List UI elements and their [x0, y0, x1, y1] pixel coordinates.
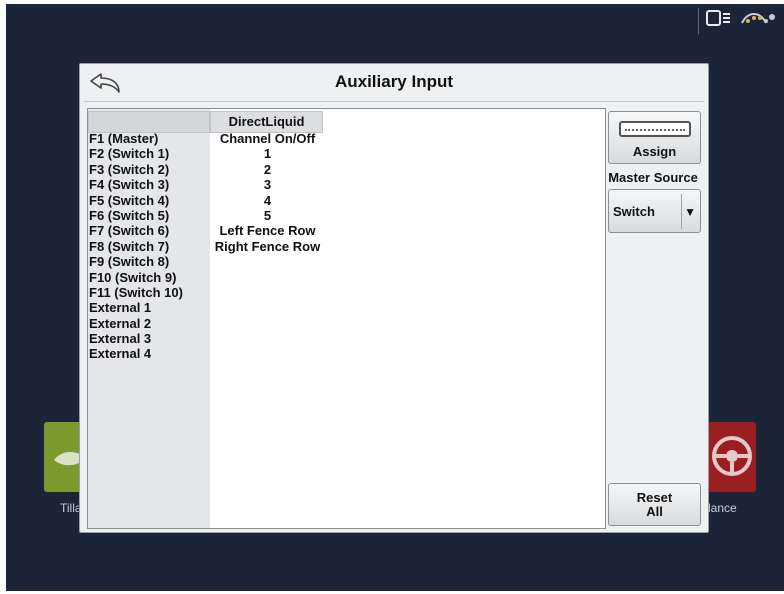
reset-all-button[interactable]: Reset All	[608, 483, 701, 526]
input-row[interactable]: External 4	[89, 346, 211, 361]
guidance-tile	[706, 422, 756, 492]
master-source-label: Master Source	[608, 170, 698, 185]
status-separator	[698, 8, 699, 34]
input-row[interactable]: F9 (Switch 8)	[89, 254, 211, 269]
input-row[interactable]: F8 (Switch 7)	[89, 239, 211, 254]
guidance-tile-label: lance	[708, 501, 737, 515]
reset-button-line1: Reset	[636, 490, 673, 505]
assignment-cell[interactable]: 4	[200, 193, 335, 208]
assign-button[interactable]: Assign	[608, 111, 701, 164]
assignment-cell[interactable]: Left Fence Row	[200, 223, 335, 238]
select-divider	[681, 194, 682, 229]
dialog-title: Auxiliary Input	[334, 72, 454, 91]
input-row[interactable]: F1 (Master)	[89, 131, 211, 146]
master-source-select[interactable]: Switch ▼	[608, 189, 701, 233]
input-row[interactable]: External 1	[89, 300, 211, 315]
input-row[interactable]: F10 (Switch 9)	[89, 270, 211, 285]
input-row[interactable]: External 2	[89, 316, 211, 331]
title-divider	[84, 101, 704, 102]
assignment-cell[interactable]: 1	[200, 146, 335, 161]
input-column-header	[88, 111, 210, 133]
master-source-value: Switch	[613, 204, 655, 219]
assignment-cell[interactable]: Right Fence Row	[200, 239, 335, 254]
input-row[interactable]: F11 (Switch 10)	[89, 285, 211, 300]
auxiliary-input-dialog: Auxiliary Input DirectLiquid F1 (Master)…	[79, 63, 709, 533]
side-panel: Assign Master Source Switch ▼ Reset All	[608, 108, 706, 529]
input-list: F1 (Master) F2 (Switch 1) F3 (Switch 2) …	[89, 131, 211, 362]
input-row[interactable]: F2 (Switch 1)	[89, 146, 211, 161]
input-row[interactable]: External 3	[89, 331, 211, 346]
assignment-list: Channel On/Off 1 2 3 4 5 Left Fence Row …	[200, 131, 335, 254]
input-row[interactable]: F7 (Switch 6)	[89, 223, 211, 238]
assignment-cell[interactable]: Channel On/Off	[200, 131, 335, 146]
satellite-icon[interactable]	[740, 9, 780, 34]
display-icon[interactable]	[706, 9, 732, 34]
input-row[interactable]: F5 (Switch 4)	[89, 193, 211, 208]
input-row[interactable]: F3 (Switch 2)	[89, 162, 211, 177]
reset-button-line2: All	[646, 504, 663, 519]
keypad-icon	[619, 121, 691, 137]
input-row[interactable]: F6 (Switch 5)	[89, 208, 211, 223]
dropdown-arrow-icon: ▼	[684, 205, 696, 219]
assignment-cell[interactable]: 5	[200, 208, 335, 223]
directliquid-column-header: DirectLiquid	[210, 111, 323, 133]
assignment-cell[interactable]: 2	[200, 162, 335, 177]
status-icons	[698, 4, 784, 38]
assign-button-label: Assign	[632, 144, 677, 159]
input-row[interactable]: F4 (Switch 3)	[89, 177, 211, 192]
assignment-cell[interactable]: 3	[200, 177, 335, 192]
assignment-table[interactable]: DirectLiquid F1 (Master) F2 (Switch 1) F…	[87, 108, 606, 529]
